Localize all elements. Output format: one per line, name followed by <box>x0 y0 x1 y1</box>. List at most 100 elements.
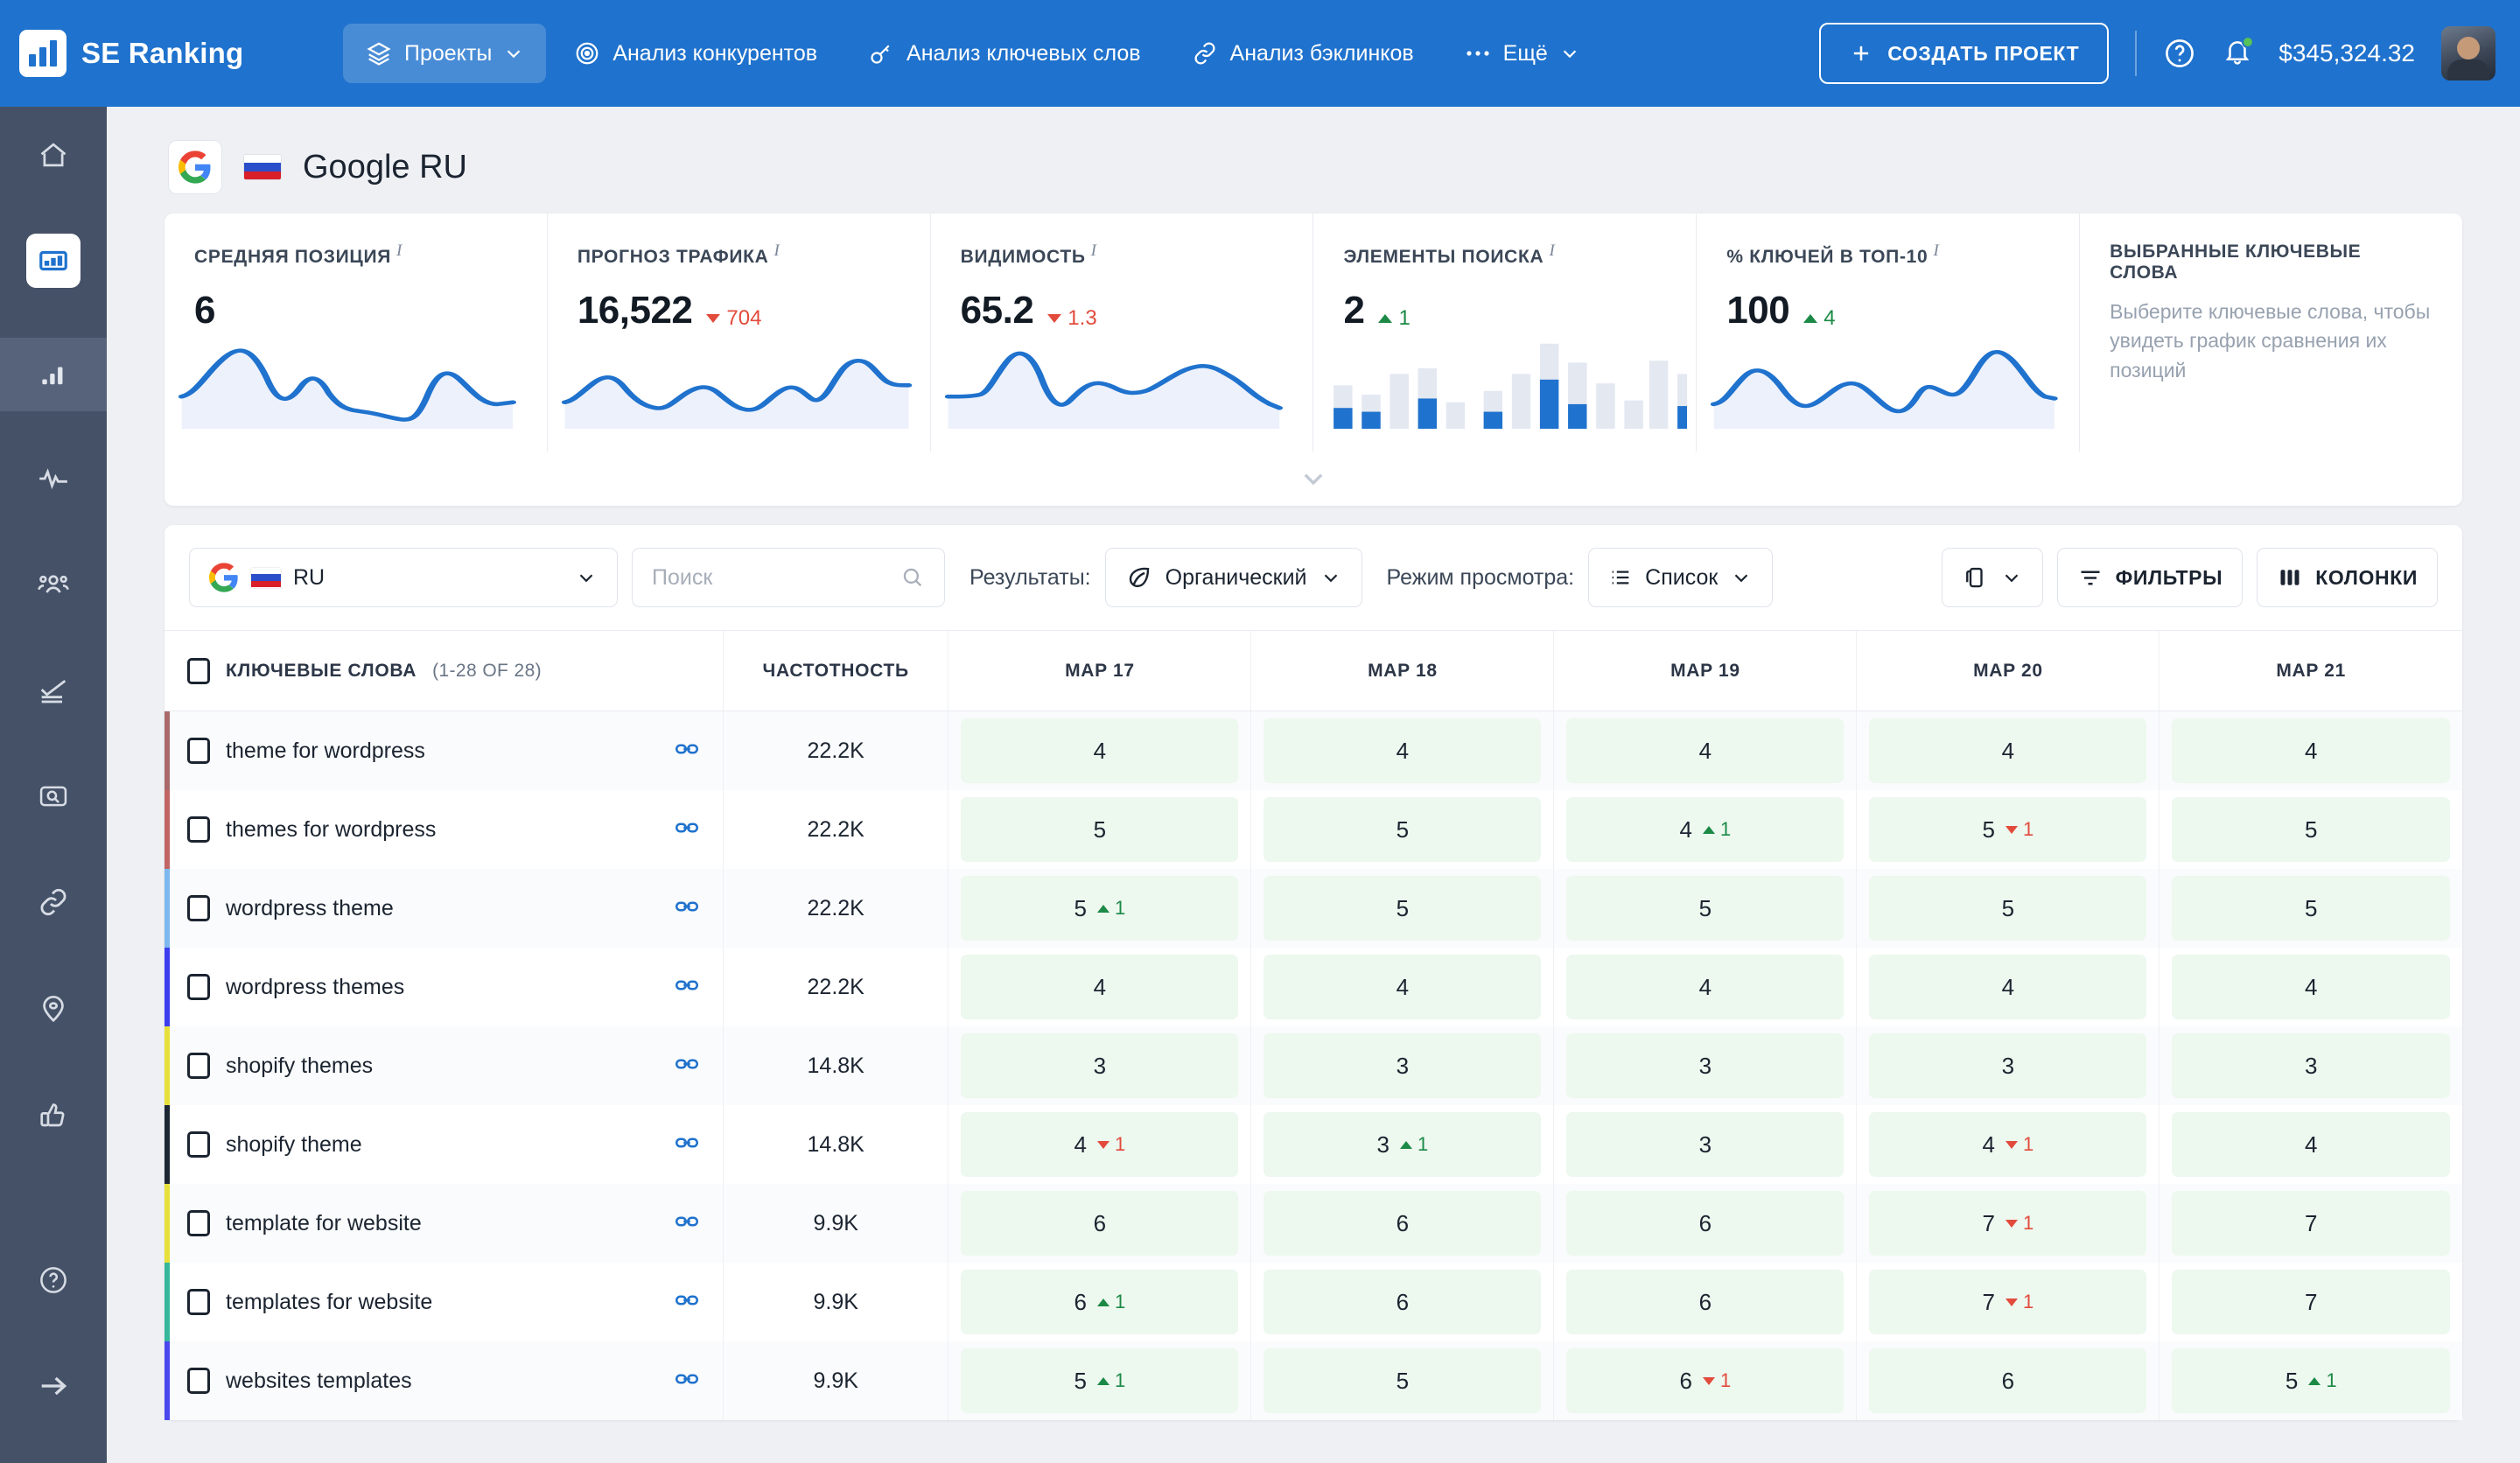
row-checkbox[interactable] <box>187 1053 210 1079</box>
keyword-cell[interactable]: websites templates <box>164 1341 723 1420</box>
keyword-cell[interactable]: shopify theme <box>164 1105 723 1184</box>
position-cell[interactable]: 6 <box>1553 1263 1857 1341</box>
keyword-cell[interactable]: shopify themes <box>164 1026 723 1105</box>
sidebar-item-home[interactable] <box>0 126 107 184</box>
position-cell[interactable]: 71 <box>1856 1184 2160 1263</box>
position-cell[interactable]: 51 <box>948 1341 1251 1420</box>
sidebar-item-site-audit[interactable] <box>0 767 107 825</box>
select-all-checkbox[interactable] <box>187 657 210 684</box>
position-cell[interactable]: 6 <box>1250 1184 1554 1263</box>
position-cell[interactable]: 5 <box>1250 790 1554 869</box>
keyword-url-link[interactable] <box>674 815 700 845</box>
position-cell[interactable]: 3 <box>1553 1026 1857 1105</box>
position-cell[interactable]: 5 <box>1250 1341 1554 1420</box>
position-cell[interactable]: 4 <box>1553 710 1857 790</box>
position-cell[interactable]: 3 <box>1250 1026 1554 1105</box>
search-input[interactable]: Поиск <box>632 548 945 607</box>
position-cell[interactable]: 41 <box>948 1105 1251 1184</box>
table-row[interactable]: shopify theme 14.8K 4 1 3 1 3 4 1 4 <box>164 1105 2462 1184</box>
kpi-card-visibility[interactable]: ВИДИМОСТЬ i 65.2 1.3 <box>931 214 1314 452</box>
row-checkbox[interactable] <box>187 1289 210 1315</box>
position-cell[interactable]: 61 <box>948 1263 1251 1341</box>
position-cell[interactable]: 51 <box>1856 790 2160 869</box>
kpi-card-top10-percent[interactable]: % КЛЮЧЕЙ В ТОП-10 i 100 4 <box>1697 214 2081 452</box>
position-cell[interactable]: 4 <box>948 710 1251 790</box>
position-cell[interactable]: 51 <box>2159 1341 2462 1420</box>
keyword-cell[interactable]: template for website <box>164 1184 723 1263</box>
column-header-frequency[interactable]: ЧАСТОТНОСТЬ <box>722 630 948 711</box>
link-icon[interactable] <box>674 1130 700 1156</box>
position-cell[interactable]: 41 <box>1856 1105 2160 1184</box>
table-row[interactable]: theme for wordpress 22.2K 4 4 4 4 4 <box>164 710 2462 790</box>
table-row[interactable]: shopify themes 14.8K 3 3 3 3 3 <box>164 1026 2462 1105</box>
position-cell[interactable]: 3 <box>1553 1105 1857 1184</box>
user-avatar[interactable] <box>2441 26 2496 80</box>
column-header-keywords[interactable]: КЛЮЧЕВЫЕ СЛОВА (1-28 OF 28) <box>164 630 724 711</box>
sidebar-item-help[interactable] <box>0 1251 107 1309</box>
sidebar-item-competitors[interactable] <box>0 556 107 613</box>
link-icon[interactable] <box>674 972 700 998</box>
column-header-date-5[interactable]: MAP 21 <box>2159 630 2462 711</box>
kpi-collapse-toggle[interactable] <box>164 452 2462 506</box>
position-cell[interactable]: 61 <box>1553 1341 1857 1420</box>
nav-item-projects[interactable]: Проекты <box>343 24 547 83</box>
keyword-url-link[interactable] <box>674 893 700 924</box>
position-cell[interactable]: 5 <box>2159 869 2462 948</box>
columns-button[interactable]: КОЛОНКИ <box>2257 548 2438 607</box>
column-header-date-1[interactable]: MAP 17 <box>948 630 1251 711</box>
keyword-cell[interactable]: templates for website <box>164 1263 723 1341</box>
row-checkbox[interactable] <box>187 816 210 843</box>
kpi-card-average-position[interactable]: СРЕДНЯЯ ПОЗИЦИЯ i 6 <box>164 214 548 452</box>
position-cell[interactable]: 4 <box>1856 710 2160 790</box>
position-cell[interactable]: 3 <box>2159 1026 2462 1105</box>
row-checkbox[interactable] <box>187 974 210 1000</box>
nav-item-competitor-analysis[interactable]: Анализ конкурентов <box>551 24 840 83</box>
position-cell[interactable]: 41 <box>1553 790 1857 869</box>
notifications-button[interactable] <box>2222 35 2255 71</box>
keyword-cell[interactable]: theme for wordpress <box>164 711 723 790</box>
nav-item-more[interactable]: Ещё <box>1442 24 1602 83</box>
keyword-url-link[interactable] <box>674 1366 700 1396</box>
help-circle-icon[interactable] <box>2163 37 2196 70</box>
position-cell[interactable]: 6 <box>948 1184 1251 1263</box>
filters-button[interactable]: ФИЛЬТРЫ <box>2056 548 2244 607</box>
row-checkbox[interactable] <box>187 1131 210 1158</box>
keyword-url-link[interactable] <box>674 972 700 1003</box>
link-icon[interactable] <box>674 893 700 920</box>
sidebar-item-dashboard[interactable] <box>0 232 107 290</box>
sidebar-item-rankings[interactable] <box>0 338 107 411</box>
keyword-url-link[interactable] <box>674 736 700 766</box>
position-cell[interactable]: 4 <box>948 948 1251 1026</box>
position-cell[interactable]: 7 <box>2159 1184 2462 1263</box>
keyword-url-link[interactable] <box>674 1287 700 1318</box>
create-project-button[interactable]: СОЗДАТЬ ПРОЕКТ <box>1819 23 2110 84</box>
brand-logo[interactable]: SE Ranking <box>19 30 343 77</box>
account-balance[interactable]: $345,324.32 <box>2278 39 2415 67</box>
position-cell[interactable]: 6 <box>1856 1341 2160 1420</box>
position-cell[interactable]: 4 <box>1250 710 1554 790</box>
row-checkbox[interactable] <box>187 1368 210 1394</box>
row-checkbox[interactable] <box>187 1210 210 1236</box>
link-icon[interactable] <box>674 736 700 762</box>
sidebar-item-backlinks[interactable] <box>0 873 107 931</box>
link-icon[interactable] <box>674 1208 700 1235</box>
position-cell[interactable]: 4 <box>2159 948 2462 1026</box>
position-cell[interactable]: 5 <box>1553 869 1857 948</box>
keyword-cell[interactable]: themes for wordpress <box>164 790 723 869</box>
row-checkbox[interactable] <box>187 895 210 921</box>
column-header-date-4[interactable]: MAP 20 <box>1856 630 2160 711</box>
results-type-select[interactable]: Органический <box>1104 548 1362 607</box>
table-row[interactable]: wordpress theme 22.2K 5 1 5 5 5 5 <box>164 869 2462 948</box>
table-row[interactable]: template for website 9.9K 6 6 6 7 1 7 <box>164 1184 2462 1263</box>
row-checkbox[interactable] <box>187 738 210 764</box>
kpi-card-search-features[interactable]: ЭЛЕМЕНТЫ ПОИСКА i 2 1 <box>1313 214 1698 452</box>
position-cell[interactable]: 3 <box>948 1026 1251 1105</box>
sidebar-item-activity[interactable] <box>0 450 107 508</box>
position-cell[interactable]: 51 <box>948 869 1251 948</box>
position-cell[interactable]: 4 <box>1250 948 1554 1026</box>
sidebar-item-checklist[interactable] <box>0 662 107 719</box>
position-cell[interactable]: 5 <box>1856 869 2160 948</box>
nav-item-keyword-analysis[interactable]: Анализ ключевых слов <box>845 24 1164 83</box>
link-icon[interactable] <box>674 815 700 841</box>
keyword-url-link[interactable] <box>674 1130 700 1160</box>
